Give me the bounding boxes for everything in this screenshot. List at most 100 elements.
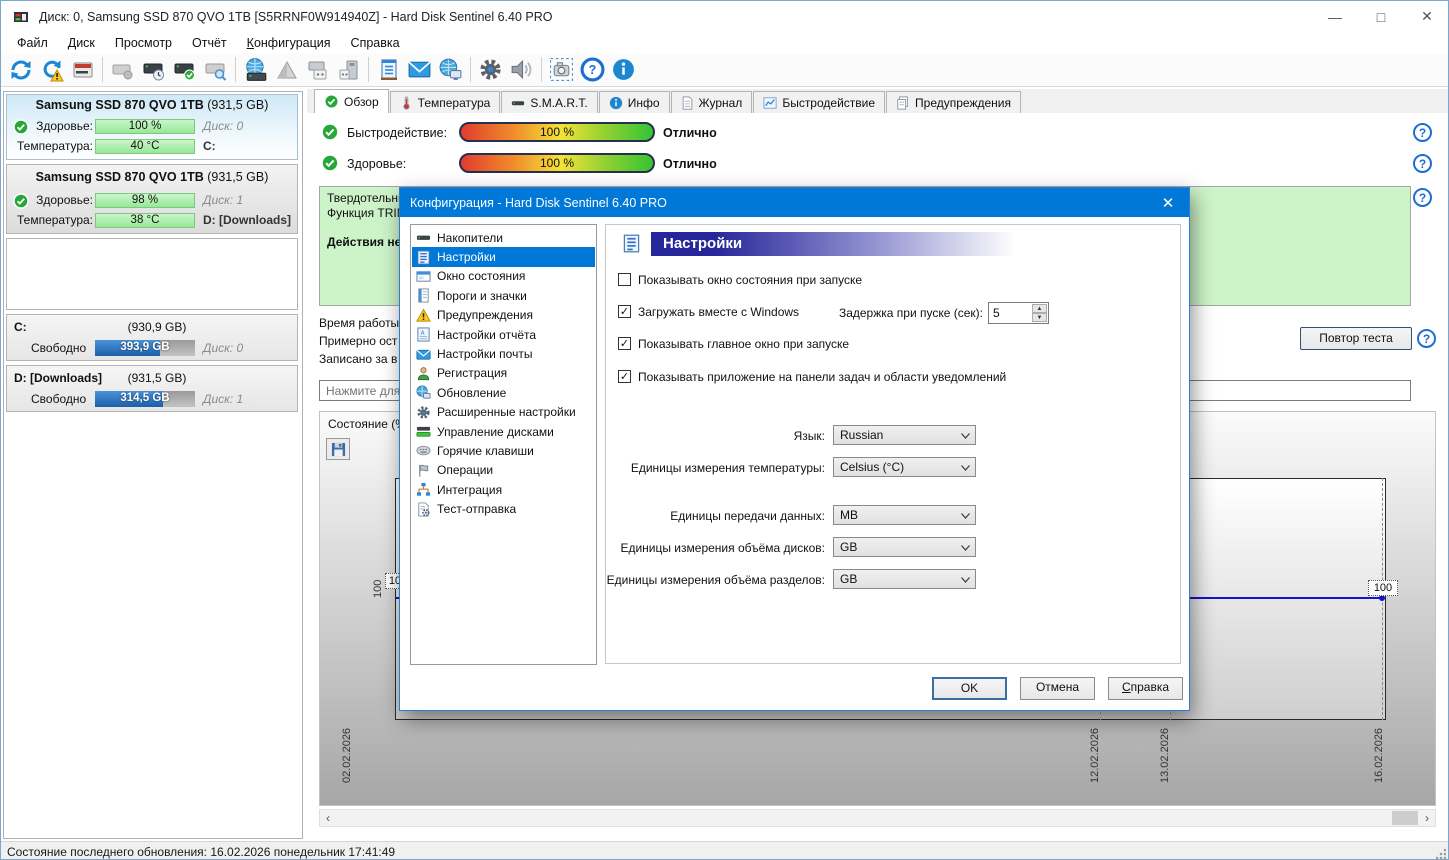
save-chart-button[interactable] — [326, 438, 350, 460]
value-label-right: 100 — [1368, 580, 1398, 596]
help-icon[interactable]: ? — [1413, 188, 1432, 207]
config-nav-status-window[interactable]: Окно состояния — [412, 267, 595, 286]
tab-label: Обзор — [344, 95, 379, 109]
disk-card-0[interactable]: Samsung SSD 870 QVO 1TB (931,5 GB) Здоро… — [6, 94, 298, 160]
minimize-button[interactable]: — — [1312, 1, 1358, 32]
menu-help[interactable]: Справка — [341, 34, 410, 52]
dialog-close-button[interactable]: ✕ — [1147, 188, 1189, 217]
partition-size: (930,9 GB) — [97, 320, 217, 334]
tab-temperature[interactable]: Температура — [390, 91, 501, 113]
checkbox-show-main-window[interactable] — [618, 337, 631, 350]
checkbox-show-in-taskbar[interactable] — [618, 370, 631, 383]
partition-card-c[interactable]: C: (930,9 GB) Свободно 393,9 GB Диск: 0 — [6, 314, 298, 361]
select-value: Celsius (°C) — [840, 460, 904, 474]
free-space-value: 314,5 GB — [95, 391, 195, 406]
config-nav-report-settings[interactable]: AНастройки отчёта — [412, 325, 595, 344]
sound-button[interactable] — [506, 55, 537, 84]
checkbox-show-status-window[interactable] — [618, 273, 631, 286]
spinner-up-button[interactable]: ▲ — [1032, 304, 1047, 313]
config-nav-integration[interactable]: Интеграция — [412, 480, 595, 499]
chart-horizontal-scrollbar[interactable]: ‹ › — [319, 809, 1436, 827]
email-button[interactable] — [404, 55, 435, 84]
disk-search-button[interactable] — [200, 55, 231, 84]
tab-log[interactable]: Журнал — [671, 91, 753, 113]
report-button[interactable] — [373, 55, 404, 84]
tab-alerts[interactable]: Предупреждения — [886, 91, 1021, 113]
help-icon[interactable]: ? — [1417, 329, 1436, 348]
window-title: Диск: 0, Samsung SSD 870 QVO 1TB [S5RRNF… — [39, 10, 552, 24]
close-button[interactable]: ✕ — [1404, 1, 1449, 32]
disk-card-1[interactable]: Samsung SSD 870 QVO 1TB (931,5 GB) Здоро… — [6, 164, 298, 234]
menu-disk[interactable]: Диск — [58, 34, 105, 52]
network-update-button[interactable] — [435, 55, 466, 84]
config-nav-test-send[interactable]: Тест-отправка — [412, 499, 595, 518]
x-tick-label: 02.02.2026 — [341, 713, 354, 783]
app-icon — [13, 9, 29, 25]
refresh-button[interactable] — [5, 55, 36, 84]
disk-clock-button[interactable] — [138, 55, 169, 84]
language-select[interactable]: Russian — [833, 425, 976, 445]
ok-button[interactable]: OK — [932, 677, 1007, 700]
config-nav-hotkeys[interactable]: Горячие клавиши — [412, 441, 595, 460]
config-nav-update[interactable]: Обновление — [412, 383, 595, 402]
resize-grip[interactable] — [1436, 849, 1446, 859]
acoustic-pyramid-button[interactable] — [271, 55, 302, 84]
partition-card-d[interactable]: D: [Downloads] (931,5 GB) Свободно 314,5… — [6, 365, 298, 412]
warning-triangle-icon — [416, 308, 431, 323]
disk-properties-button[interactable] — [67, 55, 98, 84]
temperature-unit-select[interactable]: Celsius (°C) — [833, 457, 976, 477]
disk-clock-icon — [142, 58, 166, 82]
menu-report[interactable]: Отчёт — [182, 34, 237, 52]
network-disk-button[interactable] — [240, 55, 271, 84]
transfer-unit-select[interactable]: MB — [833, 505, 976, 525]
scroll-right-arrow[interactable]: › — [1419, 810, 1435, 826]
config-nav-disk-management[interactable]: Управление дисками — [412, 422, 595, 441]
tab-overview[interactable]: Обзор — [314, 89, 389, 113]
check-circle-icon — [321, 123, 339, 141]
disk-size-unit-select[interactable]: GB — [833, 537, 976, 557]
config-nav-alerts[interactable]: Предупреждения — [412, 306, 595, 325]
config-nav-operations[interactable]: Операции — [412, 461, 595, 480]
refresh-warning-button[interactable] — [36, 55, 67, 84]
config-nav-registration[interactable]: Регистрация — [412, 364, 595, 383]
help-icon[interactable]: ? — [1413, 123, 1432, 142]
info-button[interactable] — [608, 55, 639, 84]
config-nav-mail-settings[interactable]: Настройки почты — [412, 344, 595, 363]
tab-performance[interactable]: Быстродействие — [753, 91, 885, 113]
disk-socket-button[interactable] — [302, 55, 333, 84]
dialog-help-button[interactable]: Справка — [1108, 677, 1183, 700]
toolbar-separator — [368, 57, 369, 82]
menu-view[interactable]: Просмотр — [105, 34, 182, 52]
disk-check-button[interactable] — [169, 55, 200, 84]
scrollbar-thumb[interactable] — [1392, 811, 1418, 825]
dialog-title-bar: Конфигурация - Hard Disk Sentinel 6.40 P… — [400, 188, 1189, 217]
partition-size-unit-select[interactable]: GB — [833, 569, 976, 589]
x-tick-label: 16.02.2026 — [1373, 713, 1386, 783]
config-nav-drives[interactable]: Накопители — [412, 228, 595, 247]
config-nav-settings[interactable]: Настройки — [412, 247, 595, 266]
tab-info[interactable]: Инфо — [599, 91, 670, 113]
disk-plug-button[interactable] — [333, 55, 364, 84]
spinner-down-button[interactable]: ▼ — [1032, 313, 1047, 322]
help-icon[interactable]: ? — [1413, 154, 1432, 173]
health-status: Отлично — [663, 157, 717, 171]
menu-file[interactable]: Файл — [7, 34, 58, 52]
config-nav-advanced[interactable]: Расширенные настройки — [412, 403, 595, 422]
checkbox-load-with-windows[interactable] — [618, 305, 631, 318]
help-button[interactable]: ? — [577, 55, 608, 84]
health-label: Здоровье: — [31, 119, 93, 133]
tab-smart[interactable]: S.M.A.R.T. — [501, 91, 597, 113]
config-nav-thresholds[interactable]: Пороги и значки — [412, 286, 595, 305]
retest-button[interactable]: Повтор теста — [1300, 327, 1412, 350]
delay-spinner[interactable]: 5 ▲ ▼ — [988, 302, 1049, 324]
x-tick-label: 13.02.2026 — [1159, 713, 1172, 783]
free-space-value: 393,9 GB — [95, 340, 195, 355]
temp-bar: 40 °C — [95, 139, 195, 154]
cancel-button[interactable]: Отмена — [1020, 677, 1095, 700]
settings-gear-button[interactable] — [475, 55, 506, 84]
maximize-button[interactable]: □ — [1358, 1, 1404, 32]
disk-disabled-button[interactable] — [107, 55, 138, 84]
scroll-left-arrow[interactable]: ‹ — [320, 810, 336, 826]
menu-configuration[interactable]: Конфигурация — [237, 34, 341, 52]
screenshot-button[interactable] — [546, 55, 577, 84]
